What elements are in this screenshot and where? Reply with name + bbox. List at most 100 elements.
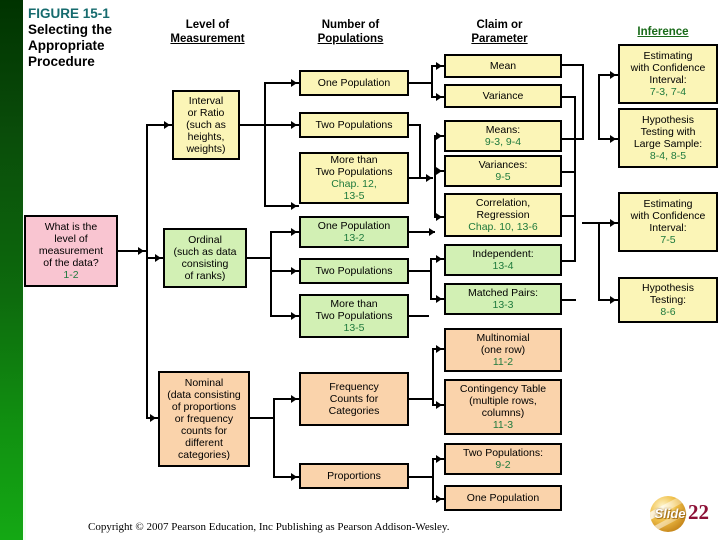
column-header-inference: Inference xyxy=(608,25,718,39)
node-reference: 13-4 xyxy=(492,260,514,272)
node-correlation-regression[interactable]: Correlation, Regression Chap. 10, 13-6 xyxy=(444,193,562,237)
node-contingency-table[interactable]: Contingency Table (multiple rows, column… xyxy=(444,379,562,435)
node-line: or frequency xyxy=(174,413,234,425)
node-hypothesis-testing-large-sample[interactable]: Hypothesis Testing with Large Sample: 8-… xyxy=(618,108,718,168)
node-line: Matched Pairs: xyxy=(467,287,539,299)
node-line: Means: xyxy=(485,124,521,136)
node-reference: 8-6 xyxy=(660,306,676,318)
arrow-trunk-to-ordinal xyxy=(155,254,161,262)
arrow-prop-to-one-pop xyxy=(436,495,442,503)
arrow-hub-to-correlation xyxy=(436,213,442,221)
node-reference: 13-2 xyxy=(343,232,365,244)
node-matched-pairs[interactable]: Matched Pairs: 13-3 xyxy=(444,283,562,315)
connector-matched-pairs-out xyxy=(562,299,576,301)
connector-ordinal-split xyxy=(270,231,272,316)
node-line: (such as data xyxy=(173,246,237,258)
slide-number: 22 xyxy=(688,500,709,524)
column-header-level-of-measurement: Level of Measurement xyxy=(150,18,265,46)
node-nominal-proportions[interactable]: Proportions xyxy=(299,463,409,489)
node-start-level-of-measurement[interactable]: What is the level of measurement of the … xyxy=(24,215,118,287)
connector-mean-out xyxy=(562,64,584,66)
node-reference: 1-2 xyxy=(63,269,79,281)
node-reference: 9-5 xyxy=(495,171,511,183)
node-estimating-with-ci-7-5[interactable]: Estimating with Confidence Interval: 7-5 xyxy=(618,192,718,252)
node-line: Frequency xyxy=(329,381,379,393)
node-means[interactable]: Means: 9-3, 9-4 xyxy=(444,120,562,152)
copyright-notice: Copyright © 2007 Pearson Education, Inc … xyxy=(88,521,450,533)
connector-inference-rail-upper xyxy=(598,74,600,140)
node-line: Regression xyxy=(476,209,530,221)
node-variance[interactable]: Variance xyxy=(444,84,562,108)
node-reference: 9-2 xyxy=(495,459,511,471)
connector-ord-two-pop-split xyxy=(430,258,432,300)
node-line: with Confidence xyxy=(630,62,706,74)
column-header-line2: Measurement xyxy=(170,33,245,45)
connector-two-pop-down xyxy=(419,124,421,179)
node-ordinal-more-than-two-populations[interactable]: More than Two Populations 13-5 xyxy=(299,294,409,338)
arrow-trunk-to-interval xyxy=(164,121,170,129)
arrow-ord-to-matched-pairs xyxy=(436,295,442,303)
connector-correlation-out xyxy=(562,215,576,217)
node-line: of proportions xyxy=(171,401,237,413)
node-interval-one-population[interactable]: One Population xyxy=(299,70,409,96)
node-line: Ordinal xyxy=(188,234,222,246)
node-interval-two-populations[interactable]: Two Populations xyxy=(299,112,409,138)
node-line: Variance xyxy=(482,90,524,102)
node-line: One Population xyxy=(317,77,391,89)
column-header-line1: Claim or xyxy=(476,19,523,31)
arrow-nominal-to-frequency xyxy=(291,395,297,403)
node-interval-or-ratio[interactable]: Interval or Ratio (such as heights, weig… xyxy=(172,90,240,160)
node-two-populations-claim[interactable]: Two Populations: 9-2 xyxy=(444,443,562,475)
arrow-interval-to-two-pop xyxy=(291,121,297,129)
arrow-trunk-to-nominal xyxy=(150,414,156,422)
node-line: (such as xyxy=(186,119,226,131)
node-reference: 13-5 xyxy=(343,322,365,334)
node-line: Categories xyxy=(328,405,380,417)
node-ordinal-two-populations[interactable]: Two Populations xyxy=(299,258,409,284)
node-line: measurement xyxy=(38,245,104,257)
connector-level-trunk xyxy=(146,125,148,417)
connector-one-pop-split xyxy=(431,65,433,97)
node-mean[interactable]: Mean xyxy=(444,54,562,78)
column-header-line2: Populations xyxy=(317,33,384,45)
node-line: Contingency Table xyxy=(459,383,547,395)
connector-nominal-out xyxy=(250,417,274,419)
node-reference: Chap. 12, 13-5 xyxy=(331,178,377,202)
node-line: Two Populations xyxy=(315,265,393,277)
node-line: different xyxy=(185,437,223,449)
node-independent[interactable]: Independent: 13-4 xyxy=(444,244,562,276)
node-estimating-with-ci-7-3-7-4[interactable]: Estimating with Confidence Interval: 7-3… xyxy=(618,44,718,104)
arrow-more-than-two-hub xyxy=(426,174,432,182)
node-interval-more-than-two-populations[interactable]: More than Two Populations Chap. 12, 13-5 xyxy=(299,152,409,204)
node-reference: 11-3 xyxy=(492,419,514,431)
connector-one-pop-out xyxy=(409,82,432,84)
node-multinomial[interactable]: Multinomial (one row) 11-2 xyxy=(444,328,562,372)
arrow-rail-to-hypothesis-1 xyxy=(610,135,616,143)
arrow-ord-one-pop xyxy=(429,228,435,236)
node-nominal-frequency-counts[interactable]: Frequency Counts for Categories xyxy=(299,372,409,426)
figure-title-line2: Appropriate xyxy=(28,38,105,53)
column-header-line1: Number of xyxy=(321,19,380,31)
node-line: Multinomial xyxy=(476,332,530,344)
node-line: Mean xyxy=(489,60,517,72)
node-line: consisting xyxy=(181,258,229,270)
node-line: Correlation, xyxy=(475,197,531,209)
connector-variances-out xyxy=(562,171,576,173)
node-line: More than xyxy=(330,154,378,166)
node-line: Large Sample: xyxy=(633,138,703,150)
arrow-hub-to-variances xyxy=(436,167,442,175)
node-ordinal[interactable]: Ordinal (such as data consisting of rank… xyxy=(163,228,247,288)
node-reference: 11-2 xyxy=(492,356,514,368)
node-line: Two Populations xyxy=(315,166,393,178)
node-one-population-claim[interactable]: One Population xyxy=(444,485,562,511)
node-ordinal-one-population[interactable]: One Population 13-2 xyxy=(299,216,409,248)
node-nominal[interactable]: Nominal (data consisting of proportions … xyxy=(158,371,250,467)
arrow-ordinal-to-one-pop xyxy=(291,228,297,236)
node-line: Proportions xyxy=(327,470,381,482)
node-variances[interactable]: Variances: 9-5 xyxy=(444,155,562,187)
connector-variance-rail xyxy=(574,96,576,260)
node-line: of ranks) xyxy=(184,270,226,282)
node-hypothesis-testing-8-6[interactable]: Hypothesis Testing: 8-6 xyxy=(618,277,718,323)
column-header-number-of-populations: Number of Populations xyxy=(288,18,413,46)
node-line: Testing with xyxy=(640,126,696,138)
